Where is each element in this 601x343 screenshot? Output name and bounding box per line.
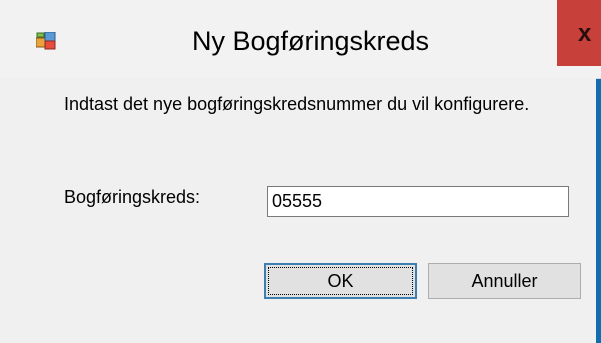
cancel-button[interactable]: Annuller [428,263,581,299]
posting-group-input[interactable] [267,186,569,217]
dialog-body: Indtast det nye bogføringskredsnummer du… [0,78,596,343]
ok-button[interactable]: OK [264,263,417,299]
instruction-text: Indtast det nye bogføringskredsnummer du… [64,94,530,114]
close-icon: x [578,20,592,47]
window-title: Ny Bogføringskreds [191,26,430,56]
posting-group-label: Bogføringskreds: [64,187,201,207]
close-button[interactable]: x [557,0,601,66]
dialog-window: Ny Bogføringskreds x Indtast det nye bog… [0,0,601,343]
title-bar[interactable]: Ny Bogføringskreds [0,0,601,79]
